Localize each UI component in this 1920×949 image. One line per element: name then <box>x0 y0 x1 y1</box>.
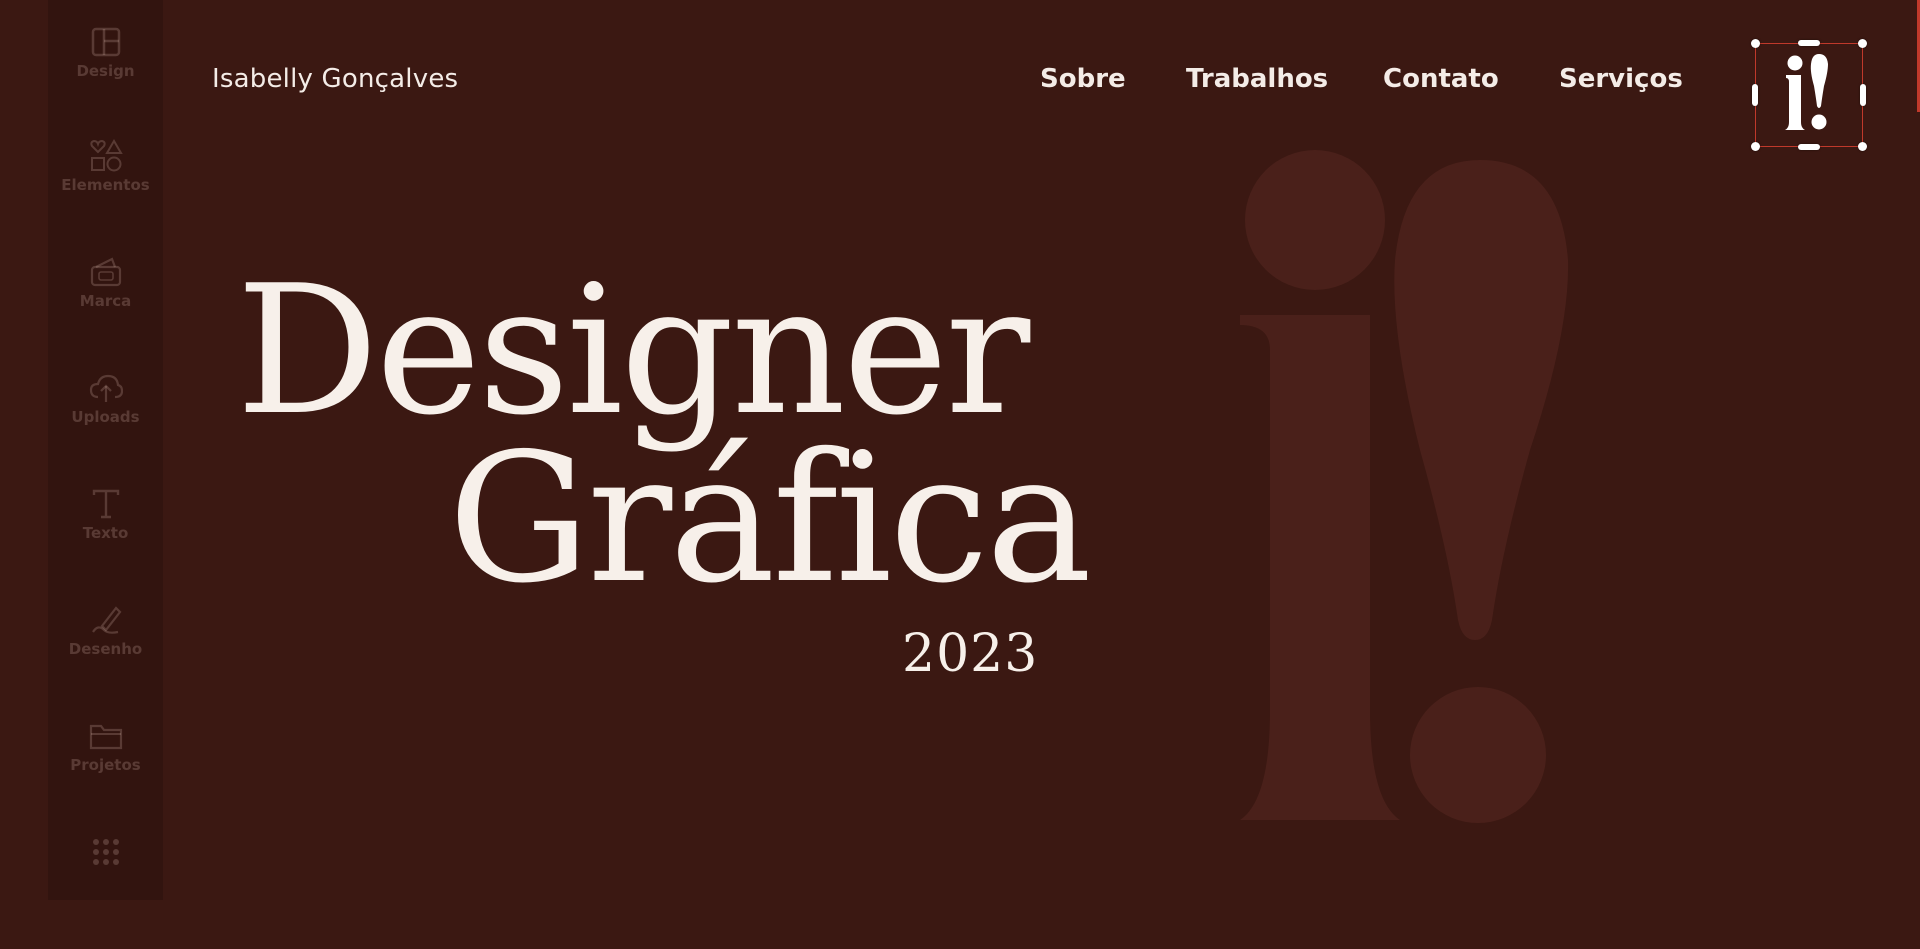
resize-handle[interactable] <box>1860 84 1866 106</box>
sidebar-item-label: Design <box>76 62 135 80</box>
text-icon <box>88 486 124 522</box>
sidebar-item-marca[interactable]: Marca <box>48 254 163 334</box>
sidebar-item-design[interactable]: Design <box>48 24 163 104</box>
nav-link-sobre[interactable]: Sobre <box>1040 64 1126 94</box>
sidebar-item-label: Marca <box>79 292 132 310</box>
sidebar-item-projetos[interactable]: Projetos <box>48 718 163 798</box>
sidebar-item-label: Desenho <box>68 640 143 658</box>
sidebar-item-label: Texto <box>82 524 129 542</box>
resize-handle[interactable] <box>1751 39 1760 48</box>
nav-link-contato[interactable]: Contato <box>1383 64 1499 94</box>
hero-title-line2: Gráfica <box>448 415 1092 622</box>
sidebar-item-desenho[interactable]: Desenho <box>48 602 163 682</box>
hero-title-line1: Designer <box>236 247 1030 454</box>
resize-handle[interactable] <box>1752 84 1758 106</box>
background-mark-graphic <box>1240 150 1569 823</box>
sidebar-item-texto[interactable]: Texto <box>48 486 163 566</box>
hero-section: Designer Gráfica 2023 <box>0 0 1920 949</box>
cloud-upload-icon <box>88 370 124 406</box>
folder-icon <box>88 718 124 754</box>
resize-handle[interactable] <box>1858 39 1867 48</box>
resize-handle[interactable] <box>1858 142 1867 151</box>
apps-grid-icon <box>88 834 124 870</box>
sidebar-item-apps[interactable] <box>48 834 163 914</box>
sidebar-item-label: Elementos <box>61 176 150 194</box>
sidebar-item-label: Uploads <box>71 408 140 426</box>
editor-sidebar: Design Elementos Marca Uploads Texto Des… <box>48 0 163 900</box>
shapes-icon <box>88 138 124 174</box>
pen-icon <box>88 602 124 638</box>
sidebar-item-elementos[interactable]: Elementos <box>48 138 163 218</box>
brand-name[interactable]: Isabelly Gonçalves <box>212 64 458 94</box>
resize-handle[interactable] <box>1798 144 1820 150</box>
nav-link-servicos[interactable]: Serviços <box>1559 64 1683 94</box>
resize-handle[interactable] <box>1751 142 1760 151</box>
resize-handle[interactable] <box>1798 40 1820 46</box>
nav-link-trabalhos[interactable]: Trabalhos <box>1186 64 1328 94</box>
page: Design Elementos Marca Uploads Texto Des… <box>0 0 1920 949</box>
sidebar-item-label: Projetos <box>70 756 141 774</box>
logo[interactable] <box>1751 39 1867 151</box>
sidebar-item-uploads[interactable]: Uploads <box>48 370 163 450</box>
layout-icon <box>88 24 124 60</box>
hero-year: 2023 <box>902 624 1039 684</box>
logo-mark-icon <box>1785 54 1828 130</box>
brand-kit-icon <box>88 254 124 290</box>
